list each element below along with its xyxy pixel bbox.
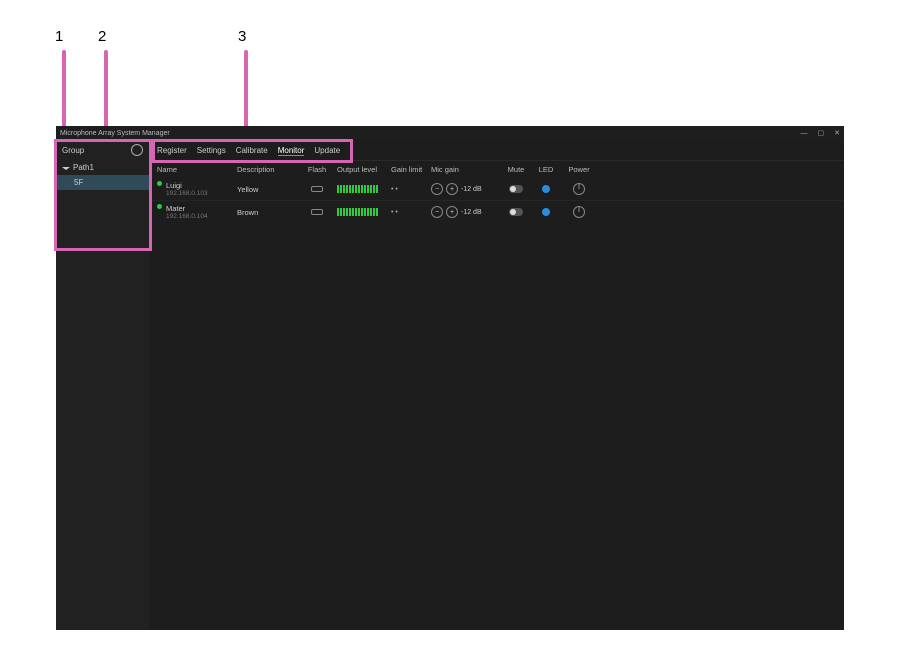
led-indicator[interactable]: [542, 208, 550, 216]
name-cell: Mater 192.168.0.104: [157, 204, 237, 220]
callout-1: 1: [55, 28, 63, 45]
desc-cell: Brown: [237, 208, 297, 217]
gain-minus-button[interactable]: −: [431, 183, 443, 195]
col-led: LED: [531, 165, 561, 174]
level-meter: [337, 208, 391, 216]
group-header: Group: [56, 140, 149, 160]
mic-gain-cell: − + -12 dB: [431, 206, 501, 218]
col-flash: Flash: [297, 165, 337, 174]
led-indicator[interactable]: [542, 185, 550, 193]
level-meter: [337, 185, 391, 193]
tree-item-label: 5F: [74, 178, 83, 187]
tree-path[interactable]: Path1: [56, 160, 149, 175]
power-button[interactable]: [573, 183, 585, 195]
mute-toggle[interactable]: [509, 185, 523, 193]
flash-icon[interactable]: [311, 209, 323, 215]
device-row: Mater 192.168.0.104 Brown • • − + -12 dB: [149, 200, 844, 223]
tab-settings[interactable]: Settings: [197, 146, 226, 156]
gain-plus-button[interactable]: +: [446, 183, 458, 195]
callout-3: 3: [238, 28, 246, 45]
maximize-button[interactable]: ▢: [818, 129, 825, 137]
col-name: Name: [157, 165, 237, 174]
gain-limit: • •: [391, 186, 431, 193]
app-window: Microphone Array System Manager — ▢ ✕ Gr…: [56, 126, 844, 630]
tab-calibrate[interactable]: Calibrate: [236, 146, 268, 156]
column-headers: Name Description Flash Output level Gain…: [149, 160, 844, 178]
desc-cell: Yellow: [237, 185, 297, 194]
name-cell: Luigi 192.168.0.103: [157, 181, 237, 197]
sidebar: Group Path1 5F: [56, 140, 149, 630]
col-desc: Description: [237, 165, 297, 174]
device-name: Luigi: [166, 181, 208, 190]
power-button[interactable]: [573, 206, 585, 218]
col-glimit: Gain limit: [391, 165, 431, 174]
minimize-button[interactable]: —: [801, 130, 808, 137]
col-power: Power: [561, 165, 597, 174]
title-bar: Microphone Array System Manager — ▢ ✕: [56, 126, 844, 140]
chevron-down-icon: [62, 167, 70, 173]
tree-item-5f[interactable]: 5F: [56, 175, 149, 190]
gain-limit: • •: [391, 209, 431, 216]
tab-bar: Register Settings Calibrate Monitor Upda…: [149, 140, 844, 160]
flash-icon[interactable]: [311, 186, 323, 192]
gain-plus-button[interactable]: +: [446, 206, 458, 218]
callout-2: 2: [98, 28, 106, 45]
device-name: Mater: [166, 204, 208, 213]
close-button[interactable]: ✕: [834, 129, 840, 137]
mic-gain-cell: − + -12 dB: [431, 183, 501, 195]
refresh-icon[interactable]: [131, 144, 143, 156]
status-dot: [157, 204, 162, 209]
col-mgain: Mic gain: [431, 165, 501, 174]
group-label: Group: [62, 146, 84, 155]
gain-value: -12 dB: [461, 209, 482, 216]
mute-toggle[interactable]: [509, 208, 523, 216]
tab-update[interactable]: Update: [314, 146, 340, 156]
device-row: Luigi 192.168.0.103 Yellow • • − + -12 d…: [149, 178, 844, 200]
tab-monitor[interactable]: Monitor: [278, 146, 305, 156]
device-ip: 192.168.0.104: [166, 213, 208, 220]
tab-register[interactable]: Register: [157, 146, 187, 156]
app-title: Microphone Array System Manager: [60, 130, 170, 137]
col-mute: Mute: [501, 165, 531, 174]
status-dot: [157, 181, 162, 186]
gain-minus-button[interactable]: −: [431, 206, 443, 218]
tree-path-label: Path1: [73, 163, 94, 172]
gain-value: -12 dB: [461, 186, 482, 193]
device-ip: 192.168.0.103: [166, 190, 208, 197]
main-area: Register Settings Calibrate Monitor Upda…: [149, 140, 844, 630]
col-level: Output level: [337, 165, 391, 174]
